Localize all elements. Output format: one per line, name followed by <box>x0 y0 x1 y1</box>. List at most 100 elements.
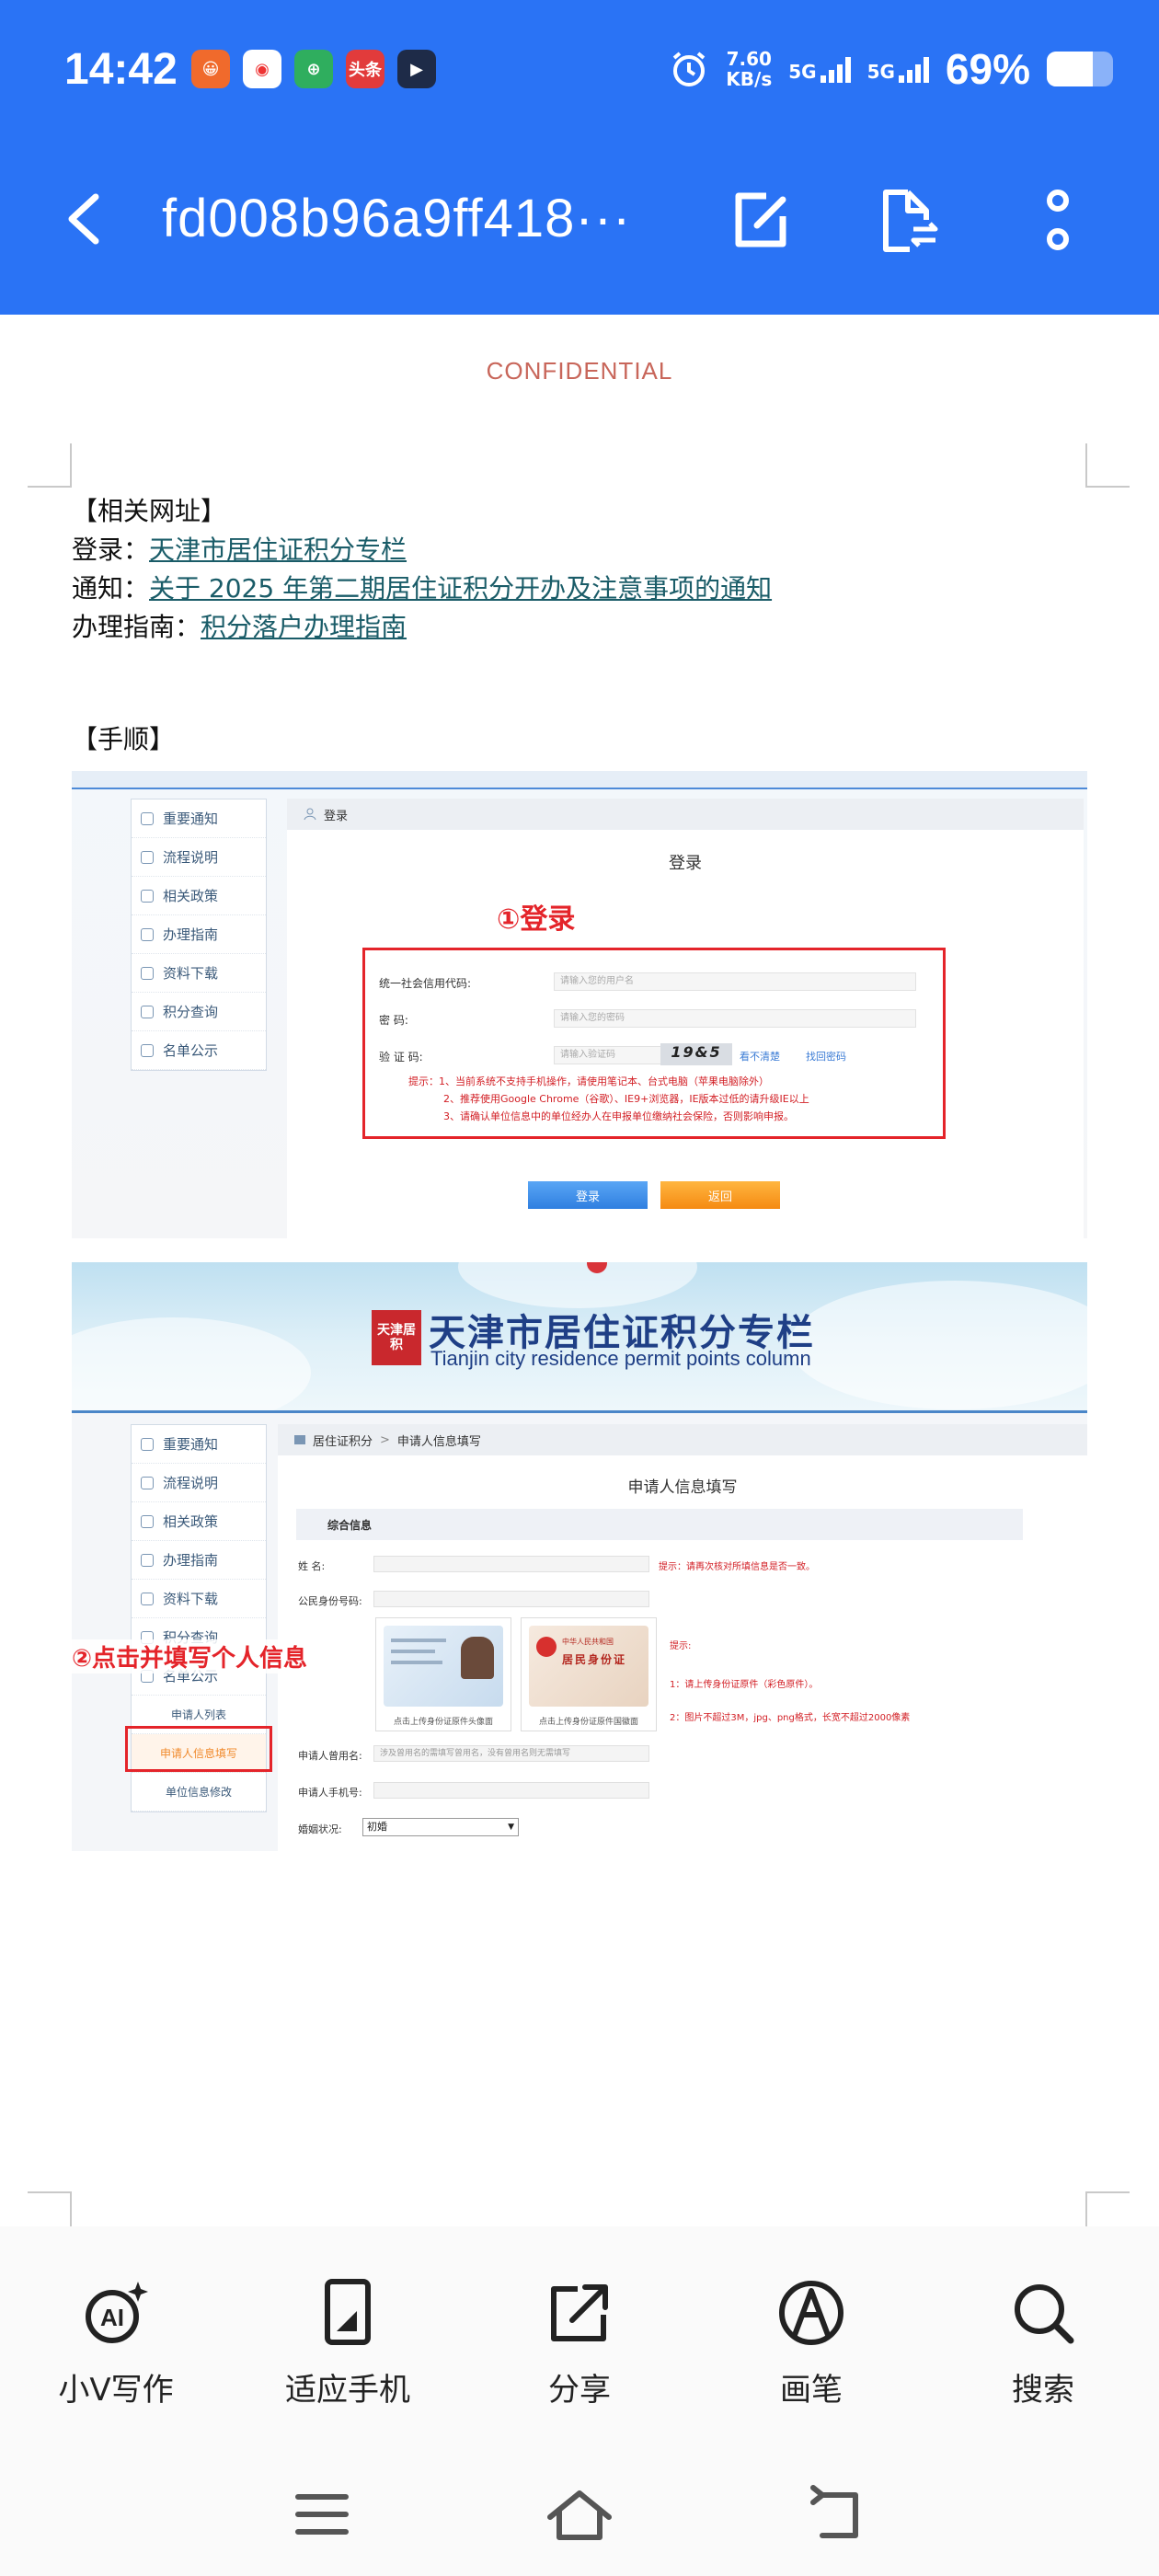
search-button[interactable]: 搜索 <box>960 2278 1126 2409</box>
used-name-input[interactable]: 涉及曾用名的需填写曾用名，没有曾用名则无需填写 <box>373 1745 649 1762</box>
app-icon-3: ⊕ <box>294 50 333 88</box>
login-link[interactable]: 天津市居住证积分专栏 <box>149 535 407 565</box>
back-icon[interactable] <box>800 2482 874 2547</box>
name-tip: 提示：请再次核对所填信息是否一致。 <box>659 1562 815 1572</box>
signal-1: 5G <box>788 55 851 83</box>
svg-text:AI: AI <box>100 2304 124 2331</box>
home-icon[interactable] <box>543 2482 616 2547</box>
side-menu-item[interactable]: 办理指南 <box>132 1541 266 1580</box>
name-input[interactable] <box>373 1556 649 1572</box>
marital-status-select[interactable]: 初婚 ▼ <box>362 1818 519 1836</box>
menu-item-icon <box>141 889 154 903</box>
side-menu-label: 相关政策 <box>163 888 219 904</box>
side-menu-item[interactable]: 相关政策 <box>132 877 266 915</box>
status-app-icons: 😀 ◉ ⊕ 头条 ▶ <box>191 50 436 88</box>
section-title: 综合信息 <box>327 1518 373 1532</box>
network-type-2: 5G <box>866 61 895 83</box>
side-menu-item[interactable]: 资料下载 <box>132 954 266 993</box>
front-upload-caption: 点击上传身份证原件头像面 <box>393 1718 493 1727</box>
convert-document-button[interactable] <box>872 184 946 258</box>
marital-status-value: 初婚 <box>367 1821 387 1833</box>
side-menu-label: 相关政策 <box>163 1513 219 1530</box>
id-number-input[interactable] <box>373 1591 649 1607</box>
document-convert-icon <box>883 190 938 252</box>
side-menu-label: 流程说明 <box>163 849 219 866</box>
menu-item-icon <box>141 1005 154 1018</box>
credit-code-input[interactable]: 请输入您的用户名 <box>554 972 916 991</box>
pen-button[interactable]: 画笔 <box>729 2278 894 2409</box>
upload-tip-2: 2：图片不超过3M，jpg、png格式，长宽不超过2000像素 <box>670 1713 911 1723</box>
side-menu-item[interactable]: 相关政策 <box>132 1502 266 1541</box>
share-button[interactable]: 分享 <box>497 2278 662 2409</box>
side-menu-item[interactable]: 名单公示 <box>132 1031 266 1070</box>
menu-item-icon <box>141 850 154 864</box>
search-icon <box>1015 2284 1074 2344</box>
network-speed: 7.60 KB/s <box>726 49 772 89</box>
fit-phone-button[interactable]: 适应手机 <box>265 2278 430 2409</box>
menu-item-icon <box>141 966 154 980</box>
edit-button[interactable] <box>725 184 798 258</box>
more-button[interactable] <box>1021 184 1095 258</box>
side-menu-label: 重要通知 <box>163 811 219 827</box>
captcha-image[interactable]: 19&5 <box>660 1043 732 1065</box>
notice-link[interactable]: 关于 2025 年第二期居住证积分开办及注意事项的通知 <box>149 573 772 604</box>
side-menu-item[interactable]: 重要通知 <box>132 799 266 838</box>
search-label: 搜索 <box>1012 2372 1074 2409</box>
alarm-icon <box>673 52 706 86</box>
side-submenu-item[interactable]: 单位信息修改 <box>132 1773 266 1811</box>
share-icon <box>551 2284 608 2341</box>
battery-level <box>1047 52 1093 86</box>
crop-mark-top-left <box>28 443 72 488</box>
banner-cloud <box>72 1317 311 1410</box>
password-input[interactable]: 请输入您的密码 <box>554 1009 916 1028</box>
id-card-front-image <box>384 1626 503 1707</box>
upload-id-front[interactable]: 点击上传身份证原件头像面 <box>375 1617 511 1731</box>
applicant-breadcrumb: 居住证积分 > 申请人信息填写 <box>278 1424 1087 1455</box>
guide-link[interactable]: 积分落户办理指南 <box>201 612 407 642</box>
side-menu-item[interactable]: 办理指南 <box>132 915 266 954</box>
menu-item-icon <box>141 1476 154 1489</box>
login-panel-title: 登录 <box>669 854 702 873</box>
login-tip-1: 提示：1、当前系统不支持手机操作，请使用笔记本、台式电脑（苹果电脑除外） <box>408 1075 769 1087</box>
national-emblem-icon <box>536 1637 557 1657</box>
back-arrow-icon[interactable] <box>59 190 110 248</box>
section-header: 综合信息 <box>296 1509 1023 1540</box>
app-icon-5: ▶ <box>397 50 436 88</box>
forgot-password-link[interactable]: 找回密码 <box>806 1049 846 1064</box>
side-menu-label: 流程说明 <box>163 1475 219 1491</box>
side-menu-item[interactable]: 资料下载 <box>132 1580 266 1618</box>
ai-writing-label: 小V写作 <box>58 2372 174 2409</box>
guide-label: 办理指南： <box>72 612 201 642</box>
side-menu-item[interactable]: 重要通知 <box>132 1425 266 1464</box>
notice-label: 通知： <box>72 573 150 604</box>
system-navigation-bar <box>0 2447 1159 2576</box>
screenshot-side-menu: 重要通知流程说明相关政策办理指南资料下载积分查询名单公示 <box>131 799 267 1071</box>
side-menu-label: 积分查询 <box>163 1004 219 1020</box>
user-icon <box>304 808 316 821</box>
pen-icon <box>779 2281 843 2345</box>
id-card-back-image: 中华人民共和国 居民身份证 <box>529 1626 648 1707</box>
captcha-label: 验 证 码: <box>379 1051 423 1064</box>
menu-icon[interactable] <box>285 2482 359 2547</box>
guide-line: 办理指南：积分落户办理指南 <box>72 609 407 646</box>
side-menu-item[interactable]: 流程说明 <box>132 1464 266 1502</box>
login-button[interactable]: 登录 <box>528 1181 648 1209</box>
refresh-captcha-link[interactable]: 看不清楚 <box>740 1049 780 1064</box>
login-tip-3: 3、请确认单位信息中的单位经办人在申报单位缴纳社会保险，否则影响申报。 <box>443 1110 794 1122</box>
signal-bars-icon <box>820 55 851 83</box>
app-icon-2: ◉ <box>243 50 281 88</box>
crumb-home[interactable]: 居住证积分 <box>313 1432 373 1449</box>
login-tips: 提示：1、当前系统不支持手机操作，请使用笔记本、台式电脑（苹果电脑除外） 2、推… <box>408 1073 942 1125</box>
id-text-line <box>391 1661 442 1664</box>
upload-id-back[interactable]: 中华人民共和国 居民身份证 点击上传身份证原件国徽面 <box>521 1617 657 1731</box>
banner-title-en: Tianjin city residence permit points col… <box>430 1347 811 1370</box>
more-vertical-icon <box>1047 190 1069 250</box>
back-button[interactable]: 返回 <box>660 1181 780 1209</box>
phone-input[interactable] <box>373 1782 649 1799</box>
side-menu-item[interactable]: 流程说明 <box>132 838 266 877</box>
speed-value: 7.60 <box>726 48 772 70</box>
side-menu-item[interactable]: 积分查询 <box>132 993 266 1031</box>
side-menu-label: 资料下载 <box>163 965 219 982</box>
marital-status-label: 婚姻状况: <box>298 1823 342 1835</box>
ai-writing-button[interactable]: AI 小V写作 <box>33 2278 199 2409</box>
